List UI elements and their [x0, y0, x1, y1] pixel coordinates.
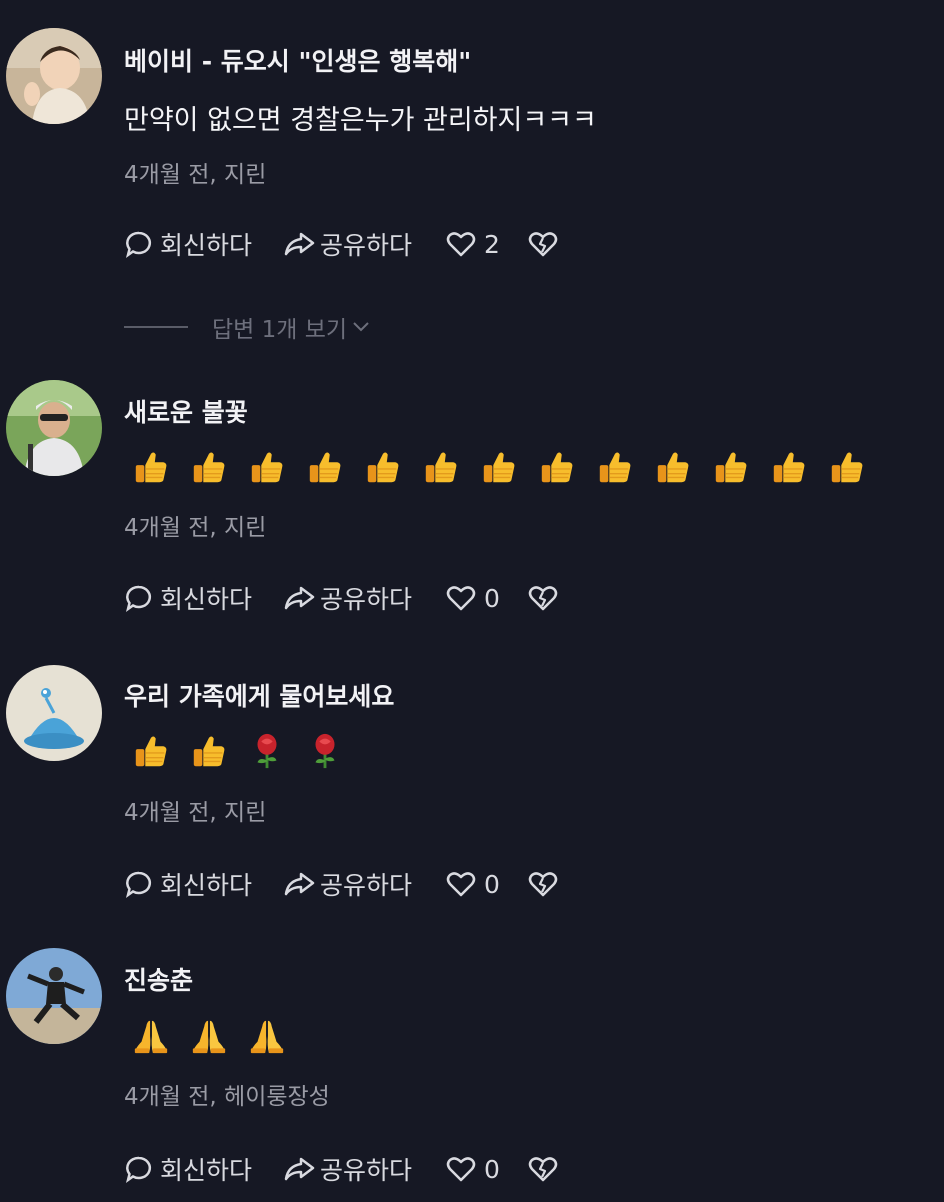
- reply-label: 회신하다: [160, 1156, 253, 1185]
- like-count: 0: [484, 1154, 500, 1184]
- folded-hands-emoji: [190, 1017, 228, 1055]
- heart-icon: [446, 1157, 476, 1182]
- folded-hands-emoji: [132, 1017, 170, 1055]
- comment-actions: 회신하다 공유하다 0: [124, 1151, 558, 1187]
- broken-heart-icon: [528, 1157, 558, 1182]
- comment-meta: 4개월 전, 헤이룽장성: [124, 1084, 330, 1110]
- dislike-button[interactable]: [528, 1155, 558, 1183]
- avatar[interactable]: [6, 948, 102, 1044]
- comment-username[interactable]: 진송춘: [124, 961, 193, 997]
- comment-bubble-icon: [125, 1156, 152, 1183]
- share-label: 공유하다: [320, 1156, 413, 1185]
- share-arrow-icon: [284, 1157, 315, 1181]
- like-button[interactable]: 0: [446, 1155, 500, 1184]
- folded-hands-emoji: [248, 1017, 286, 1055]
- reply-button[interactable]: 회신하다: [124, 1151, 252, 1187]
- comment-item: 진송춘 4개월 전, 헤이룽장성 회신하다 공유하다 0: [0, 0, 944, 1202]
- share-button[interactable]: 공유하다: [282, 1151, 412, 1187]
- comment-emojis: [132, 1016, 286, 1056]
